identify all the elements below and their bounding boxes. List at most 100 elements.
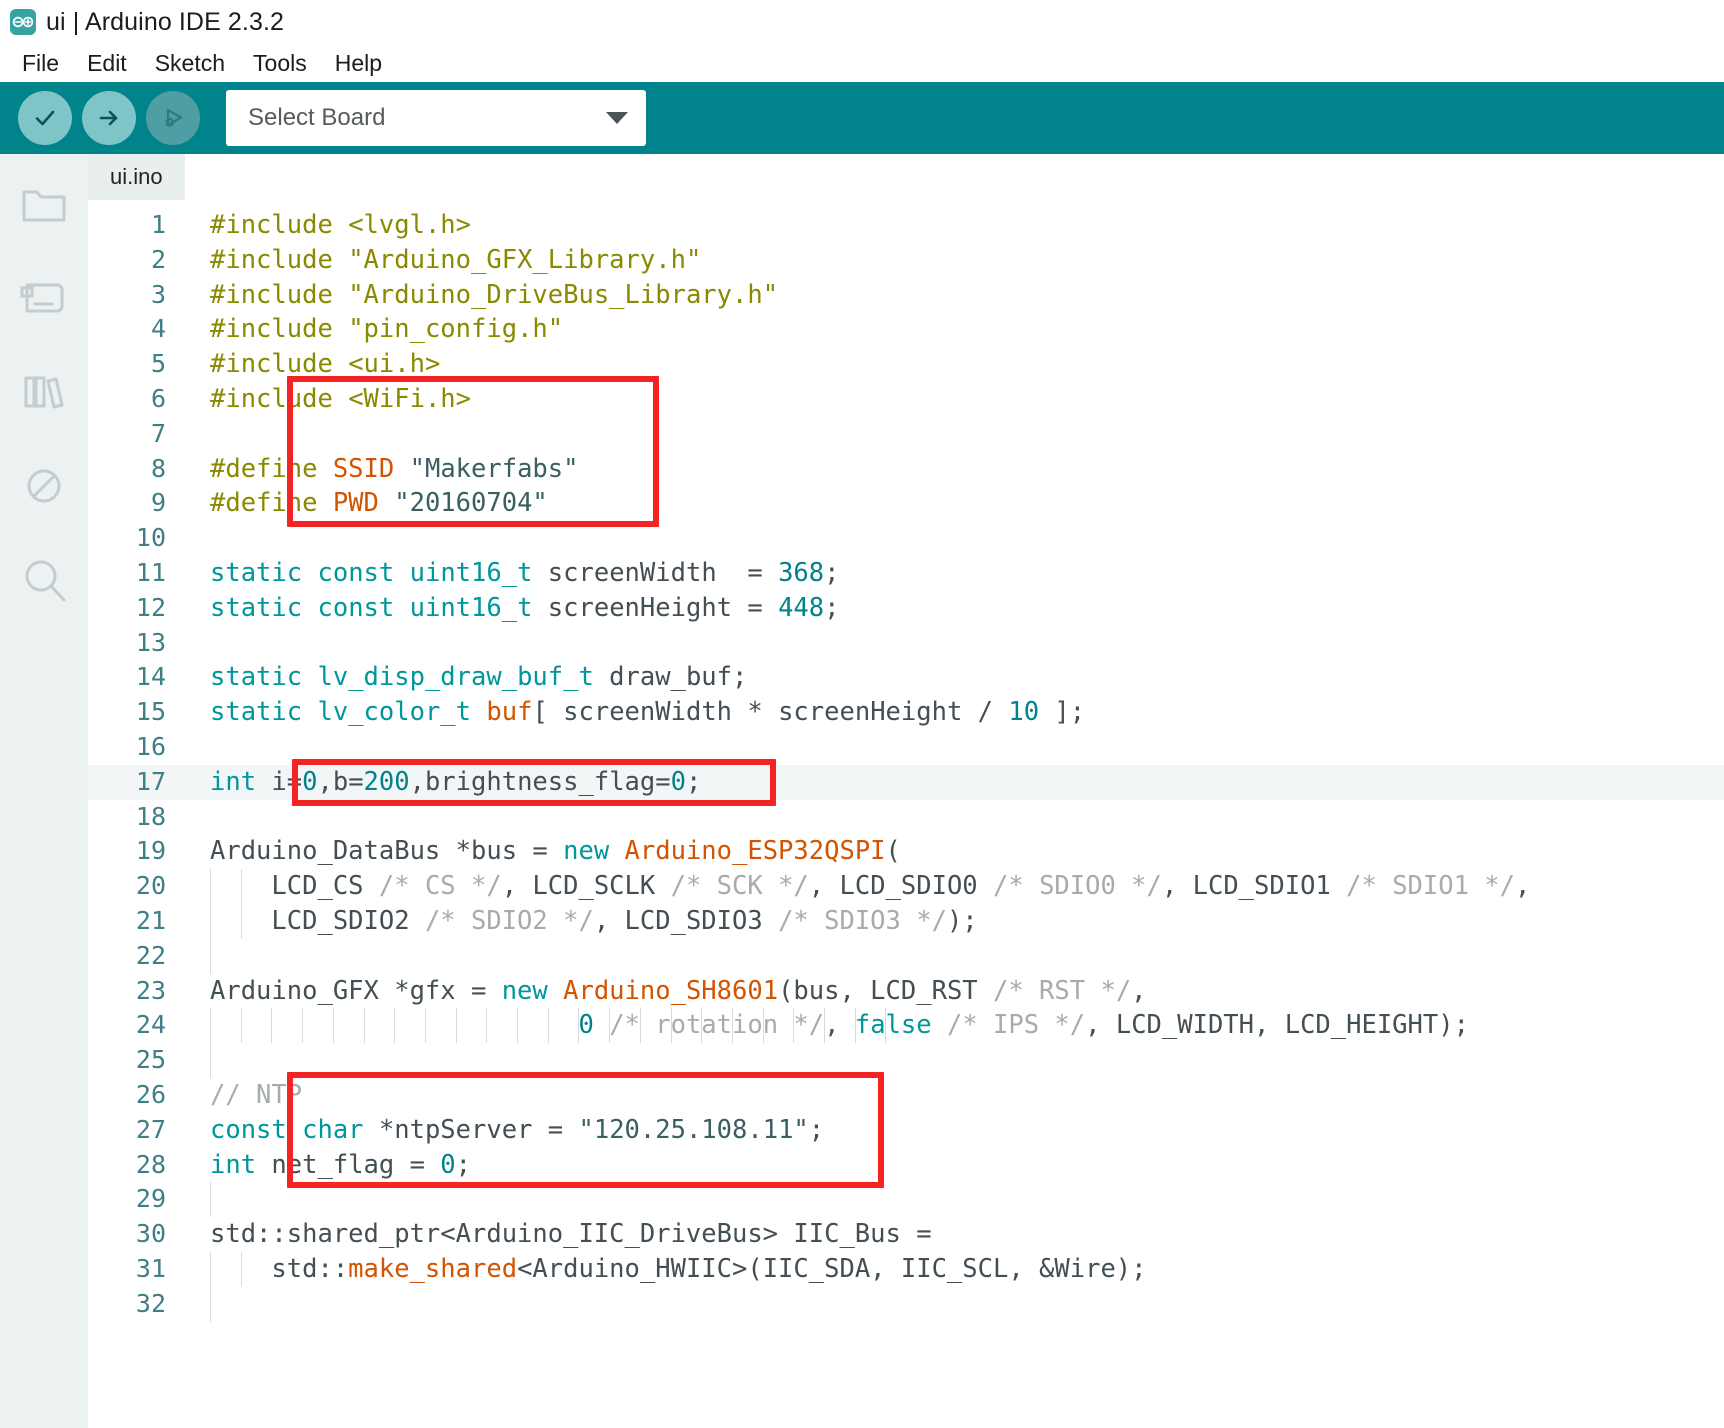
code-line-text[interactable] xyxy=(174,800,1724,835)
sidebar-item-sketchbook[interactable] xyxy=(8,172,80,236)
code-line: 11 static const uint16_t screenWidth = 36… xyxy=(88,556,1724,591)
code-line-text[interactable]: #include <WiFi.h> xyxy=(174,382,1724,417)
line-number: 11 xyxy=(135,557,166,587)
code-token: 10 xyxy=(1008,697,1040,728)
sidebar-item-boards-manager[interactable] xyxy=(8,266,80,330)
sidebar-item-debug[interactable] xyxy=(8,454,80,518)
code-token: #include xyxy=(210,383,333,414)
line-number: 22 xyxy=(135,940,166,970)
debug-button[interactable] xyxy=(146,91,200,145)
code-token: *ntpServer = xyxy=(363,1114,579,1145)
code-token: /* SDIO1 */ xyxy=(1346,871,1516,902)
no-entry-icon xyxy=(20,464,68,508)
code-line-text[interactable]: static const uint16_t screenHeight = 448… xyxy=(174,591,1724,626)
code-line-text[interactable]: #include "Arduino_DriveBus_Library.h" xyxy=(174,278,1724,313)
code-line-text[interactable]: #define PWD "20160704" xyxy=(174,486,1724,521)
code-line-text[interactable]: 0 /* rotation */, false /* IPS */, LCD_W… xyxy=(174,1008,1724,1044)
code-line-text[interactable]: static lv_color_t buf[ screenWidth * scr… xyxy=(174,695,1724,730)
code-line-text[interactable] xyxy=(174,730,1724,765)
code-token: new xyxy=(563,836,610,867)
line-number: 26 xyxy=(135,1079,166,1109)
menu-item-tools[interactable]: Tools xyxy=(239,48,321,79)
code-editor[interactable]: 1 #include <lvgl.h> 2 #include "Arduino_GFX… xyxy=(88,200,1724,1428)
chevron-down-icon xyxy=(606,112,628,124)
code-token: #include xyxy=(210,279,333,310)
code-token: Arduino_GFX *gfx = xyxy=(210,975,502,1006)
indent-guide xyxy=(210,938,211,974)
code-line: 6 #include <WiFi.h> xyxy=(88,382,1724,417)
line-number: 18 xyxy=(135,801,166,831)
upload-button[interactable] xyxy=(82,91,136,145)
code-line-text[interactable]: static const uint16_t screenWidth = 368; xyxy=(174,556,1724,591)
code-line-text[interactable]: Arduino_GFX *gfx = new Arduino_SH8601(bu… xyxy=(174,974,1724,1009)
menu-item-file[interactable]: File xyxy=(8,48,73,79)
code-token: make_shared xyxy=(348,1253,518,1284)
code-line-text[interactable]: #include <ui.h> xyxy=(174,347,1724,382)
code-line-text[interactable]: // NTP xyxy=(174,1078,1724,1113)
title-bar: ui | Arduino IDE 2.3.2 xyxy=(0,0,1724,44)
code-line-text[interactable] xyxy=(174,1286,1724,1322)
line-number: 15 xyxy=(135,697,166,727)
menu-item-edit[interactable]: Edit xyxy=(73,48,141,79)
code-line: 23 Arduino_GFX *gfx = new Arduino_SH8601(… xyxy=(88,974,1724,1009)
code-token: static xyxy=(210,592,303,623)
code-line-text[interactable]: int net_flag = 0; xyxy=(174,1148,1724,1183)
activity-bar xyxy=(0,154,88,1428)
code-token: Arduino_ESP32QSPI xyxy=(624,836,886,867)
tab-ui-ino[interactable]: ui.ino xyxy=(88,154,185,200)
code-line-text[interactable]: std::shared_ptr<Arduino_IIC_DriveBus> II… xyxy=(174,1217,1724,1252)
code-line-text[interactable]: LCD_SDIO2 /* SDIO2 */, LCD_SDIO3 /* SDIO… xyxy=(174,903,1724,939)
code-line-text[interactable]: Arduino_DataBus *bus = new Arduino_ESP32… xyxy=(174,834,1724,869)
code-line-text[interactable]: #include "Arduino_GFX_Library.h" xyxy=(174,243,1724,278)
menu-item-help[interactable]: Help xyxy=(321,48,396,79)
code-token: #include xyxy=(210,210,333,240)
menu-item-sketch[interactable]: Sketch xyxy=(141,48,239,79)
code-line-text[interactable] xyxy=(174,1182,1724,1218)
verify-button[interactable] xyxy=(18,91,72,145)
code-token: ,b= xyxy=(317,766,364,797)
code-line-text[interactable]: static lv_disp_draw_buf_t draw_buf; xyxy=(174,660,1724,695)
code-line-text[interactable]: int i=0,b=200,brightness_flag=0; xyxy=(174,765,1724,800)
code-line: 22 xyxy=(88,938,1724,974)
line-number: 3 xyxy=(150,279,166,309)
code-token: screenHeight = xyxy=(532,592,779,623)
code-line-text[interactable] xyxy=(174,626,1724,661)
code-line: 14 static lv_disp_draw_buf_t draw_buf; xyxy=(88,660,1724,695)
code-line-text[interactable]: LCD_CS /* CS */, LCD_SCLK /* SCK */, LCD… xyxy=(174,869,1724,904)
code-line-text[interactable]: #define SSID "Makerfabs" xyxy=(174,452,1724,487)
code-line-text[interactable]: #include <lvgl.h> xyxy=(174,208,1724,243)
tab-bar-filler xyxy=(184,154,1724,200)
code-line-text[interactable]: std::make_shared<Arduino_HWIIC>(IIC_SDA,… xyxy=(174,1251,1724,1287)
sidebar-item-library-manager[interactable] xyxy=(8,360,80,424)
code-token: net_flag = xyxy=(256,1149,441,1180)
editor-tab-bar: ui.ino xyxy=(88,154,1724,200)
code-token: /* SDIO0 */ xyxy=(993,871,1162,902)
code-line-text[interactable] xyxy=(174,938,1724,974)
code-token: , LCD_SDIO3 xyxy=(593,905,779,936)
sidebar-item-search[interactable] xyxy=(8,548,80,612)
code-token: ( xyxy=(885,836,901,867)
code-token: , LCD_SDIO1 xyxy=(1161,871,1347,902)
code-line-text[interactable]: const char *ntpServer = "120.25.108.11"; xyxy=(174,1113,1724,1148)
board-selector[interactable]: Select Board xyxy=(226,90,646,146)
code-line-text[interactable] xyxy=(174,417,1724,452)
code-token: ,brightness_flag= xyxy=(409,766,671,797)
code-token: #define xyxy=(210,488,318,519)
code-token: /* rotation */ xyxy=(609,1010,825,1041)
code-line: 30 std::shared_ptr<Arduino_IIC_DriveBus> … xyxy=(88,1217,1724,1252)
indent-guide xyxy=(210,1182,211,1218)
code-line-text[interactable]: #include "pin_config.h" xyxy=(174,312,1724,347)
code-line: 20 LCD_CS /* CS */, LCD_SCLK /* SCK */, … xyxy=(88,869,1724,904)
code-token: new xyxy=(501,975,548,1006)
line-number: 12 xyxy=(135,592,166,622)
code-line-text[interactable] xyxy=(174,521,1724,556)
code-token: /* CS */ xyxy=(378,871,502,902)
code-line-text[interactable] xyxy=(174,1043,1724,1078)
line-number: 31 xyxy=(135,1253,166,1283)
